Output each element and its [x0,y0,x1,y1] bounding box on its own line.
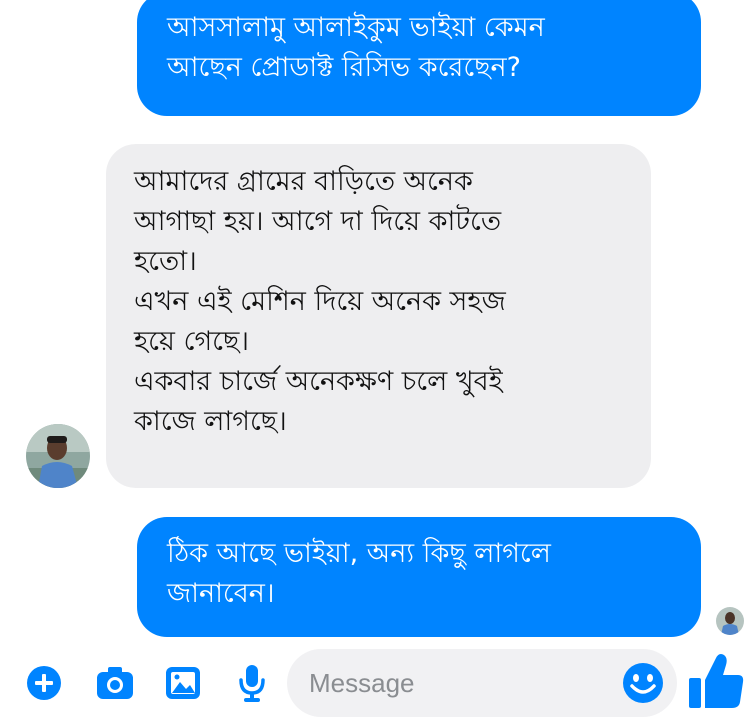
thumbs-up-icon [689,654,744,708]
camera-button[interactable] [89,657,141,709]
seen-avatar [716,607,744,635]
plus-icon [27,666,61,700]
camera-icon [97,667,133,699]
sent-message-bubble[interactable]: আসসালামু আলাইকুম ভাইয়া কেমন আছেন প্রোডা… [137,0,701,116]
message-placeholder: Message [309,668,415,698]
sent-message-bubble[interactable]: ঠিক আছে ভাইয়া, অন্য কিছু লাগলে জানাবেন। [137,517,701,637]
received-message-bubble[interactable]: আমাদের গ্রামের বাড়িতে অনেক আগাছা হয়। আ… [106,144,651,488]
contact-avatar-image [26,424,90,488]
gallery-icon [166,667,200,699]
seen-avatar-image [716,607,744,635]
emoji-button[interactable] [620,660,666,706]
microphone-icon [239,665,265,702]
gallery-button[interactable] [157,657,209,709]
plus-button[interactable] [18,657,70,709]
like-button[interactable] [686,650,746,712]
microphone-button[interactable] [226,657,278,709]
emoji-icon [623,663,663,703]
message-input[interactable]: Message [287,649,677,717]
contact-avatar[interactable] [26,424,90,488]
